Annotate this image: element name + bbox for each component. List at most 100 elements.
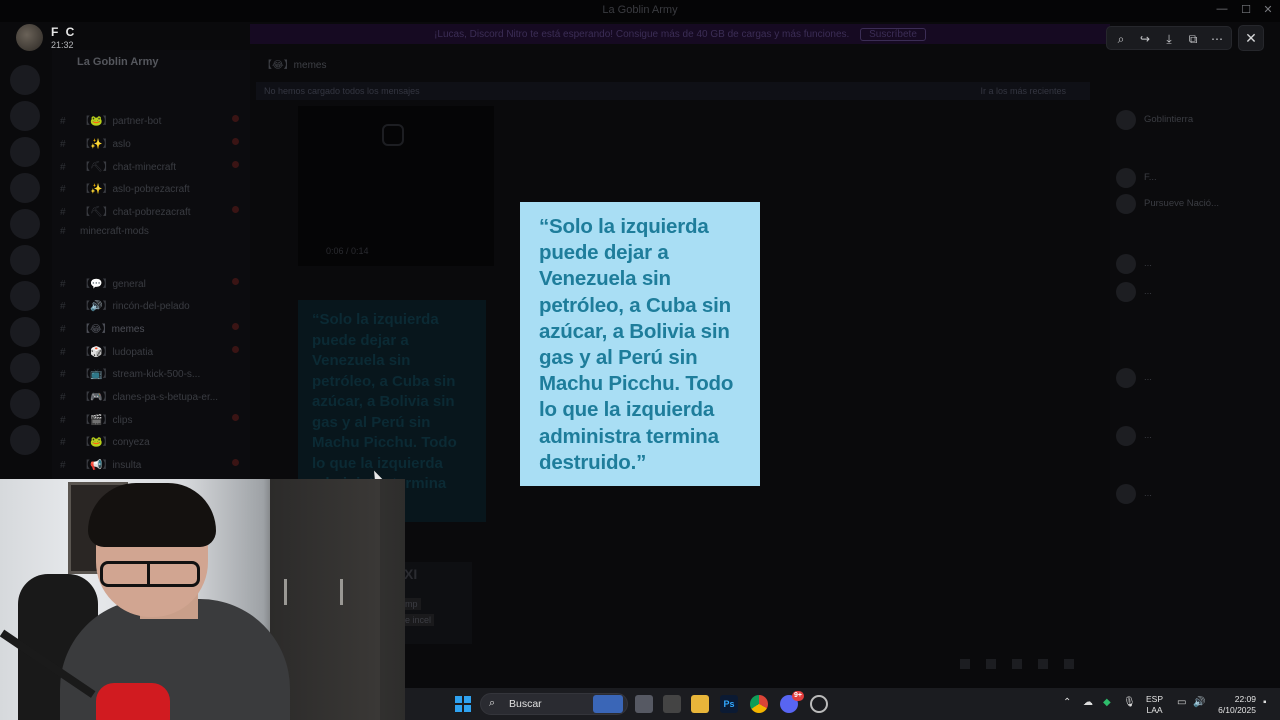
windows-start-icon[interactable] bbox=[455, 696, 471, 712]
chat-channel-title: 【😂】memes bbox=[262, 60, 327, 71]
instagram-icon bbox=[382, 124, 404, 146]
banner-subscribe-button[interactable]: Suscríbete bbox=[860, 28, 926, 41]
server-icon[interactable] bbox=[10, 245, 40, 275]
channel-item[interactable]: # 【⛏】chat-pobrezacraft bbox=[60, 203, 245, 221]
image-quote-text: “Solo la izquierda puede dejar a Venezue… bbox=[539, 215, 734, 474]
avatar bbox=[1116, 368, 1136, 388]
member-item[interactable]: ... bbox=[1116, 282, 1276, 304]
avatar bbox=[1116, 110, 1136, 130]
unread-strip[interactable]: No hemos cargado todos los mensajes Ir a… bbox=[256, 82, 1090, 100]
avatar bbox=[1116, 484, 1136, 504]
discord-badge: 9+ bbox=[792, 691, 804, 701]
channel-item[interactable]: # 【⛏】chat-minecraft bbox=[60, 158, 245, 176]
member-item[interactable]: F... bbox=[1116, 168, 1276, 190]
mic-icon[interactable]: 🎙 bbox=[1123, 697, 1136, 708]
zoom-icon[interactable]: ⌕ bbox=[1112, 30, 1130, 48]
channel-item-active[interactable]: # 【😂】memes bbox=[60, 320, 245, 338]
jump-recent-link[interactable]: Ir a los más recientes bbox=[980, 86, 1066, 96]
gift-icon[interactable] bbox=[960, 659, 970, 669]
viewer-close-button[interactable]: ✕ bbox=[1238, 25, 1264, 51]
maximize-icon[interactable]: ☐ bbox=[1234, 3, 1258, 16]
clock-date: 6/10/2025 bbox=[1218, 705, 1256, 715]
expanded-image: “Solo la izquierda puede dejar a Venezue… bbox=[520, 202, 760, 486]
member-item[interactable]: ... bbox=[1116, 368, 1276, 390]
download-icon[interactable]: ⤓ bbox=[1160, 30, 1178, 48]
composer-icons bbox=[960, 656, 1090, 670]
app-icon[interactable] bbox=[663, 695, 681, 713]
language-indicator[interactable]: ESP LAA bbox=[1146, 694, 1163, 716]
onedrive-icon[interactable]: ☁ bbox=[1083, 697, 1093, 708]
channel-item[interactable]: # 【🐸】conyeza bbox=[60, 433, 245, 451]
explore-icon[interactable] bbox=[10, 425, 40, 455]
open-external-icon[interactable]: ⧉ bbox=[1184, 30, 1202, 48]
server-icon[interactable] bbox=[10, 101, 40, 131]
post-time: 21:32 bbox=[51, 40, 74, 50]
emoji-icon[interactable] bbox=[1038, 659, 1048, 669]
taskbar-clock[interactable]: 22:09 6/10/2025 bbox=[1210, 694, 1256, 716]
add-server-icon[interactable] bbox=[10, 389, 40, 419]
embed-title: XI bbox=[404, 566, 418, 582]
obs-icon[interactable] bbox=[810, 695, 828, 713]
channel-item[interactable]: # 【📢】insulta bbox=[60, 456, 245, 474]
member-item[interactable]: Pursueve Nació... bbox=[1116, 194, 1276, 216]
search-placeholder: Buscar bbox=[509, 698, 542, 710]
notification-icon[interactable]: ▪ bbox=[1263, 697, 1267, 708]
defender-icon[interactable]: ◆ bbox=[1103, 697, 1111, 708]
avatar bbox=[1116, 194, 1136, 214]
server-icon[interactable] bbox=[10, 173, 40, 203]
windows-taskbar: ⌕ Buscar Ps 9+ ⌃ ☁ ◆ 🎙 ESP LAA ▭ 🔊 22:09 … bbox=[405, 688, 1280, 720]
avatar bbox=[1116, 254, 1136, 274]
volume-icon[interactable]: 🔊 bbox=[1193, 697, 1205, 708]
member-item[interactable]: ... bbox=[1116, 484, 1276, 506]
nitro-banner: ¡Lucas, Discord Nitro te está esperando!… bbox=[250, 24, 1110, 44]
embed-line: e incel bbox=[402, 614, 435, 626]
channel-item[interactable]: # 【🎬】clips bbox=[60, 411, 245, 429]
server-icon[interactable] bbox=[10, 65, 40, 95]
server-icon[interactable] bbox=[10, 137, 40, 167]
user-avatar[interactable] bbox=[16, 24, 43, 51]
server-icon[interactable] bbox=[10, 209, 40, 239]
channel-item[interactable]: # 【🎮】clanes-pa-s-betupa-er... bbox=[60, 388, 245, 406]
search-highlight-icon[interactable] bbox=[593, 695, 623, 713]
window-close-icon[interactable]: ✕ bbox=[1256, 3, 1280, 16]
photoshop-icon[interactable]: Ps bbox=[720, 695, 738, 713]
channel-item[interactable]: # 【✨】aslo-pobrezacraft bbox=[60, 180, 245, 198]
gif-icon[interactable] bbox=[986, 659, 996, 669]
channel-item[interactable]: # 【📺】stream-kick-500-s... bbox=[60, 365, 245, 383]
channel-item[interactable]: # 【✨】aslo bbox=[60, 135, 245, 153]
channel-item[interactable]: # 【🎲】ludopatia bbox=[60, 343, 245, 361]
channel-item[interactable]: # 【💬】general bbox=[60, 275, 245, 293]
window-title: La Goblin Army bbox=[602, 4, 678, 16]
video-time: 0:06 / 0:14 bbox=[326, 246, 369, 256]
server-list bbox=[0, 55, 52, 515]
member-list: Goblintierra F... Pursueve Nació... ... … bbox=[1110, 80, 1280, 680]
tray-chevron-icon[interactable]: ⌃ bbox=[1063, 697, 1071, 708]
channel-item[interactable]: # minecraft-mods bbox=[60, 226, 245, 244]
search-icon: ⌕ bbox=[489, 697, 496, 709]
sticker-icon[interactable] bbox=[1012, 659, 1022, 669]
network-icon[interactable]: ▭ bbox=[1177, 697, 1186, 708]
channel-sidebar: La Goblin Army # 【🐸】partner-bot # 【✨】aslo … bbox=[52, 50, 250, 490]
apps-icon[interactable] bbox=[1064, 659, 1074, 669]
member-item[interactable]: ... bbox=[1116, 254, 1276, 276]
server-name[interactable]: La Goblin Army bbox=[77, 56, 159, 68]
server-icon[interactable] bbox=[10, 317, 40, 347]
task-view-icon[interactable] bbox=[635, 695, 653, 713]
server-icon[interactable] bbox=[10, 281, 40, 311]
webcam-overlay bbox=[0, 479, 405, 720]
share-icon[interactable]: ↪ bbox=[1136, 30, 1154, 48]
channel-item[interactable]: # 【🔊】rincón-del-pelado bbox=[60, 297, 245, 315]
microphone bbox=[96, 683, 170, 720]
file-explorer-icon[interactable] bbox=[691, 695, 709, 713]
video-attachment[interactable]: 0:06 / 0:14 bbox=[298, 106, 494, 266]
banner-text: ¡Lucas, Discord Nitro te está esperando!… bbox=[434, 29, 850, 40]
more-icon[interactable]: ⋯ bbox=[1208, 30, 1226, 48]
server-icon[interactable] bbox=[10, 353, 40, 383]
chrome-icon[interactable] bbox=[750, 695, 768, 713]
member-item[interactable]: ... bbox=[1116, 426, 1276, 448]
embed-card[interactable]: XI mp e incel bbox=[400, 562, 472, 644]
minimize-icon[interactable]: — bbox=[1210, 3, 1234, 15]
channel-item[interactable]: # 【🐸】partner-bot bbox=[60, 112, 245, 130]
member-item[interactable]: Goblintierra bbox=[1116, 110, 1276, 132]
glasses bbox=[100, 561, 200, 587]
